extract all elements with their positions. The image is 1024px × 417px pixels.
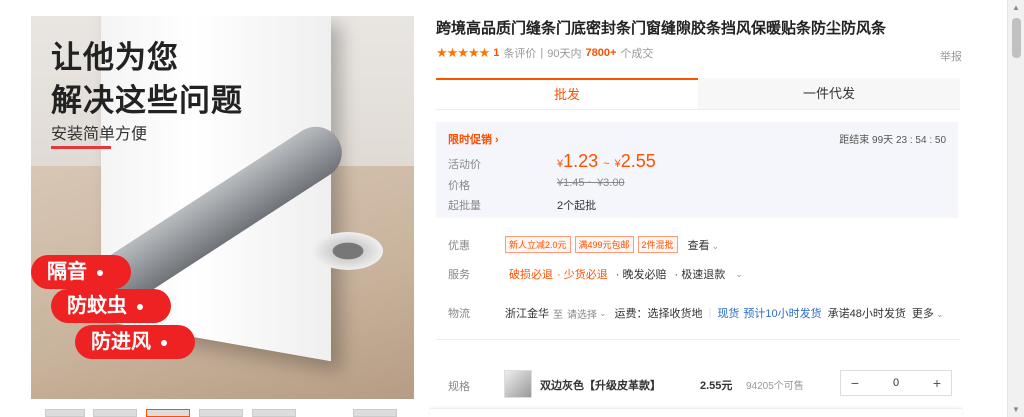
divider: | <box>708 307 712 319</box>
service-row: 服务 破损必退 · 少货必退 · 晚发必赔 · 极速退款 ⌄ <box>448 266 747 282</box>
spec-row: 规格 双边灰色【升级皮革款】 2.55元 94205个可售 − 0 + <box>448 370 958 400</box>
sales-suffix: 个成交 <box>620 48 654 60</box>
feature-tag-insect: 防蚊虫 <box>51 289 171 323</box>
more-logistics[interactable]: 更多 ⌄ <box>912 305 944 321</box>
order-panel-edge <box>430 408 962 417</box>
service-item[interactable]: 破损必退 <box>509 266 553 282</box>
countdown: 距结束 99天 23 : 54 : 50 <box>839 135 946 146</box>
coupon-badge[interactable]: 新人立减2.0元 <box>505 236 571 253</box>
service-label: 服务 <box>448 269 470 281</box>
chevron-down-icon: ⌄ <box>935 309 944 319</box>
spec-name: 双边灰色【升级皮革款】 <box>540 380 661 392</box>
product-main-image[interactable]: 让他为您 解决这些问题 安装简单方便 隔音 防蚊虫 防进风 <box>31 16 414 399</box>
plus-button[interactable]: + <box>923 375 951 391</box>
origin: 浙江金华 <box>505 308 549 320</box>
feature-tag-wind: 防进风 <box>75 325 195 359</box>
promotion-panel: 限时促销 › 距结束 99天 23 : 54 : 50 活动价 ¥1.23 ~ … <box>436 122 958 218</box>
thumbnail-strip <box>31 409 414 417</box>
separator: | <box>540 47 544 59</box>
sales-count: 7800+ <box>585 47 617 59</box>
feature-tag-soundproof: 隔音 <box>31 255 131 289</box>
stock-label: 现货 <box>717 308 740 320</box>
minus-button[interactable]: − <box>841 375 869 391</box>
activity-price: ¥1.23 ~ ¥2.55 <box>557 151 656 171</box>
rating-row: ★★★★★ 1 条评价 | 90天内 7800+ 个成交 <box>436 45 653 61</box>
chevron-down-icon[interactable]: ⌄ <box>599 308 607 319</box>
chevron-down-icon: ⌄ <box>711 240 720 251</box>
tab-dropship[interactable]: 一件代发 <box>698 78 960 109</box>
ship-promise: 承诺48小时发货 <box>827 308 906 320</box>
mix-batch-badge[interactable]: 2件混批 <box>637 236 678 253</box>
price-label: 活动价 <box>448 159 481 171</box>
moq-value: 2个起批 <box>557 200 597 212</box>
scrollbar-thumb[interactable] <box>1012 18 1021 58</box>
service-item[interactable]: · 晚发必赔 <box>616 266 671 282</box>
hero-divider <box>51 146 111 149</box>
door-stopper-graphic <box>313 232 383 270</box>
logistics-label: 物流 <box>448 308 470 320</box>
spec-price: 2.55元 <box>700 380 733 392</box>
offers-row: 优惠 新人立减2.0元 满499元包邮 2件混批 查看 ⌄ <box>448 236 719 253</box>
spec-label: 规格 <box>448 381 470 393</box>
scroll-down-icon[interactable]: ▼ <box>1012 405 1020 414</box>
logistics-row: 物流 浙江金华 至 请选择 ⌄ 运费：选择收货地 | 现货 预计10小时发货 承… <box>448 305 943 321</box>
review-count[interactable]: 1 <box>493 47 499 59</box>
product-title: 跨境高品质门缝条门底密封条门窗缝隙胶条挡风保暖贴条防尘防风条 <box>436 20 887 37</box>
hero-headline: 让他为您 解决这些问题 <box>51 40 243 118</box>
service-item[interactable]: · 极速退款 <box>674 266 729 282</box>
shipping-fee: 运费：选择收货地 <box>614 308 703 320</box>
report-link[interactable]: 举报 <box>940 48 962 64</box>
to-label: 至 <box>553 309 563 321</box>
eta: 预计10小时发货 <box>743 308 822 320</box>
free-shipping-badge[interactable]: 满499元包邮 <box>574 236 634 253</box>
thumbnail[interactable] <box>199 409 243 417</box>
hero-subtitle: 安装简单方便 <box>51 126 148 143</box>
scrollbar[interactable]: ▲ ▼ <box>1007 0 1024 417</box>
destination-select[interactable]: 请选择 <box>567 306 597 321</box>
tab-wholesale[interactable]: 批发 <box>436 78 698 109</box>
old-price-label: 价格 <box>448 180 470 192</box>
moq-label: 起批量 <box>448 200 481 212</box>
section-divider <box>436 339 960 340</box>
old-price: ¥1.45 ~ ¥3.00 <box>557 177 625 189</box>
sales-prefix: 90天内 <box>547 48 582 60</box>
thumbnail[interactable] <box>146 409 190 417</box>
service-item[interactable]: · 少货必退 <box>557 266 612 282</box>
star-rating-icon: ★★★★★ <box>436 45 490 60</box>
chevron-down-icon[interactable]: ⌄ <box>735 269 743 280</box>
thumbnail[interactable] <box>252 409 296 417</box>
quantity-input[interactable]: 0 <box>869 377 923 389</box>
thumbnail[interactable] <box>93 409 137 417</box>
purchase-tabs: 批发 一件代发 <box>436 78 960 110</box>
thumbnail[interactable] <box>353 409 397 417</box>
spec-thumbnail[interactable] <box>504 370 532 398</box>
offers-label: 优惠 <box>448 239 470 252</box>
view-offers-link[interactable]: 查看 ⌄ <box>688 237 720 253</box>
spec-stock: 94205个可售 <box>746 381 804 392</box>
scroll-up-icon[interactable]: ▲ <box>1012 3 1020 12</box>
review-label[interactable]: 条评价 <box>503 45 536 61</box>
thumbnail[interactable] <box>45 409 85 417</box>
limited-promo-link[interactable]: 限时促销 › <box>448 131 499 147</box>
quantity-stepper: − 0 + <box>840 370 952 396</box>
